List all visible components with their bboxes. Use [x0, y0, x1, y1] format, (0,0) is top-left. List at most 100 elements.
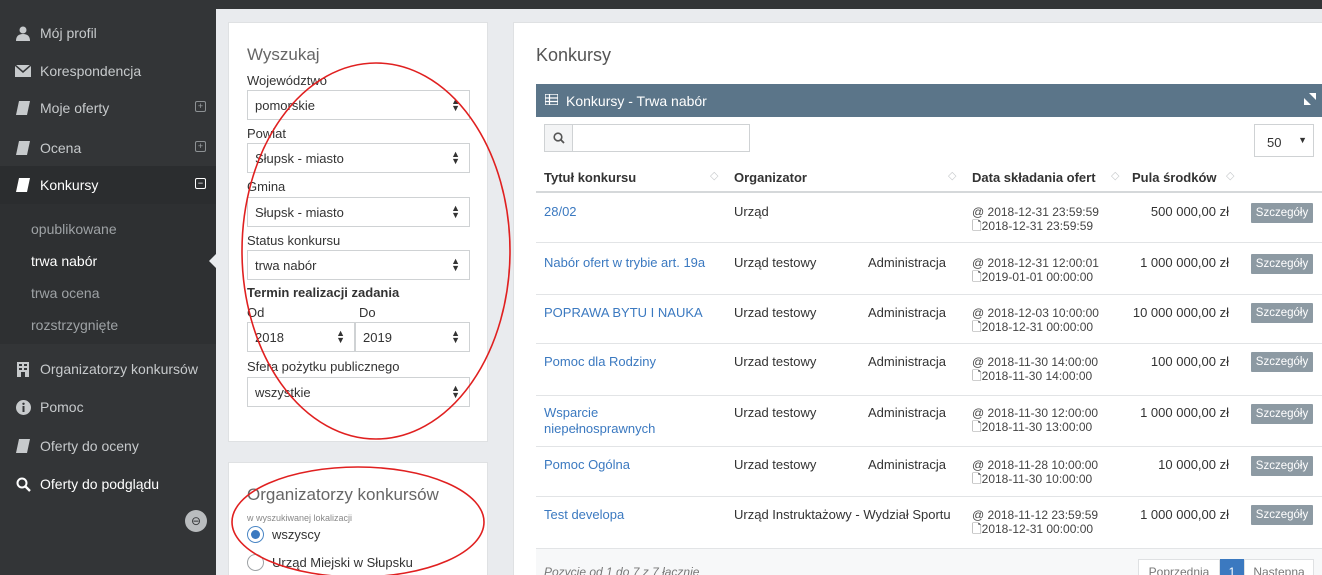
sidebar-item-my-offers[interactable]: Moje oferty + [0, 89, 216, 127]
row-divider [536, 496, 1322, 497]
sidebar-item-evaluation[interactable]: Ocena + [0, 129, 216, 167]
select-value: Słupsk - miasto [255, 150, 344, 166]
department-cell: Administracja [868, 255, 947, 270]
select-value: Słupsk - miasto [255, 204, 344, 220]
year-to-select[interactable]: 2019 ▲ ▼ [355, 322, 470, 352]
select-arrows-icon: ▲ ▼ [451, 149, 460, 166]
sort-icon[interactable]: ◇ [710, 169, 718, 182]
sidebar-item-label: Korespondencja [40, 63, 142, 79]
select-arrows-icon: ▲ ▼ [451, 328, 460, 345]
sidebar-item-label: Konkursy [40, 177, 99, 193]
table-icon [544, 93, 559, 108]
sidebar-item-correspondence[interactable]: Korespondencja [0, 52, 216, 90]
amount-cell: 1 000 000,00 zł [1140, 507, 1229, 522]
status-select[interactable]: trwa nabór ▲ ▼ [247, 250, 470, 280]
sort-icon[interactable]: ◇ [1226, 169, 1234, 182]
search-input[interactable] [574, 125, 748, 151]
organizers-caption: w wyszukiwanej lokalizacji [247, 513, 353, 523]
date-start: @ 2018-11-28 10:00:00 [972, 458, 1099, 472]
date-end: 2018-12-31 00:00:00 [981, 522, 1094, 536]
sphere-label: Sfera pożytku publicznego [247, 359, 400, 374]
competition-title-link[interactable]: 28/02 [544, 204, 714, 220]
county-select[interactable]: Słupsk - miasto ▲ ▼ [247, 143, 470, 173]
column-header-organizer[interactable]: Organizator [734, 170, 807, 185]
details-button[interactable]: Szczegóły [1251, 203, 1313, 223]
amount-cell: 10 000,00 zł [1158, 457, 1229, 472]
year-from-select[interactable]: 2018 ▲ ▼ [247, 322, 355, 352]
row-divider [536, 294, 1322, 295]
sort-icon[interactable]: ◇ [948, 169, 956, 182]
details-button[interactable]: Szczegóły [1251, 404, 1313, 424]
municipality-select[interactable]: Słupsk - miasto ▲ ▼ [247, 197, 470, 227]
subitem-label: opublikowane [31, 221, 117, 237]
amount-cell: 1 000 000,00 zł [1140, 255, 1229, 270]
sidebar-item-offers-to-preview[interactable]: Oferty do podglądu [0, 465, 216, 503]
expand-icon[interactable]: + [195, 101, 206, 112]
sidebar-item-help[interactable]: Pomoc [0, 388, 216, 426]
collapse-icon[interactable]: − [195, 178, 206, 189]
sidebar-item-label: Mój profil [40, 25, 97, 41]
sidebar-item-offers-to-evaluate[interactable]: Oferty do oceny [0, 427, 216, 465]
sidebar-item-label: Ocena [40, 140, 82, 156]
competition-title-link[interactable]: POPRAWA BYTU I NAUKA [544, 305, 724, 321]
radio-all[interactable]: wszyscy [247, 526, 320, 543]
competition-title-link[interactable]: Pomoc dla Rodziny [544, 354, 724, 370]
fullscreen-icon[interactable] [1304, 93, 1316, 108]
page-size-select[interactable]: 50 ▼ [1254, 124, 1314, 157]
voivodeship-select[interactable]: pomorskie ▲ ▼ [247, 90, 470, 120]
details-button[interactable]: Szczegóły [1251, 254, 1313, 274]
competition-title-link[interactable]: Wsparcie niepełnosprawnych [544, 405, 684, 437]
select-value: trwa nabór [255, 257, 317, 273]
sidebar-collapse-button[interactable]: ⊖ [185, 510, 207, 532]
select-value: 2019 [363, 329, 392, 345]
radio-button[interactable] [247, 554, 264, 571]
sidebar-subitem-recruitment[interactable]: trwa nabór [0, 245, 216, 277]
sidebar-item-label: Oferty do oceny [40, 438, 139, 454]
sort-icon[interactable]: ◇ [1111, 169, 1119, 182]
municipality-label: Gmina [247, 179, 286, 194]
next-page-button[interactable]: Następna [1244, 559, 1314, 575]
competition-title-link[interactable]: Pomoc Ogólna [544, 457, 724, 473]
sidebar-item-competitions[interactable]: Konkursy − [0, 166, 216, 204]
amount-cell: 500 000,00 zł [1150, 204, 1229, 219]
details-button[interactable]: Szczegóły [1251, 456, 1313, 476]
column-header-date[interactable]: Data składania ofert [972, 170, 1096, 185]
page-1-button[interactable]: 1 [1220, 559, 1244, 575]
prev-page-button[interactable]: Poprzednia [1138, 559, 1220, 575]
sidebar-subitem-resolved[interactable]: rozstrzygnięte [0, 309, 216, 341]
details-button[interactable]: Szczegóły [1251, 505, 1313, 525]
sidebar-item-profile[interactable]: Mój profil [0, 14, 216, 52]
from-label: Od [247, 305, 265, 320]
competition-title-link[interactable]: Nabór ofert w trybie art. 19a [544, 255, 724, 271]
radio-urzad-slupsk[interactable]: Urząd Miejski w Słupsku [247, 554, 413, 571]
sidebar-item-label: Oferty do podglądu [40, 476, 160, 492]
amount-cell: 100 000,00 zł [1150, 354, 1229, 369]
user-icon [14, 25, 32, 41]
chevron-down-icon: ▼ [1298, 135, 1307, 145]
dates-cell: @ 2018-11-12 23:59:59 🗋2018-12-31 00:00:0… [972, 508, 1098, 536]
subitem-label: trwa ocena [31, 285, 100, 301]
organizer-cell: Urzad testowy [734, 305, 817, 320]
top-bar [216, 0, 1322, 9]
department-cell: Administracja [868, 457, 947, 472]
column-header-amount[interactable]: Pula środków [1132, 170, 1217, 185]
details-button[interactable]: Szczegóły [1251, 303, 1313, 323]
competition-title-link[interactable]: Test developa [544, 507, 724, 523]
column-header-title[interactable]: Tytuł konkursu [544, 170, 636, 185]
select-arrows-icon: ▲ ▼ [451, 383, 460, 400]
date-start: @ 2018-11-30 12:00:00 [972, 406, 1099, 420]
chevron-left-icon: ⊖ [190, 514, 202, 528]
expand-icon[interactable]: + [195, 141, 206, 152]
row-divider [536, 446, 1322, 447]
sidebar-item-organizers[interactable]: Organizatorzy konkursów [0, 350, 216, 388]
sidebar-subitem-evaluation[interactable]: trwa ocena [0, 277, 216, 309]
sphere-select[interactable]: wszystkie ▲ ▼ [247, 377, 470, 407]
header-divider [536, 191, 1322, 193]
radio-label: wszyscy [272, 527, 321, 542]
dates-cell: @ 2018-12-03 10:00:00 🗋2018-12-31 00:00:0… [972, 306, 1099, 334]
subitem-label: trwa nabór [31, 253, 98, 269]
date-end: 2018-12-31 00:00:00 [981, 320, 1094, 334]
sidebar-subitem-published[interactable]: opublikowane [0, 213, 216, 245]
details-button[interactable]: Szczegóły [1251, 352, 1313, 372]
radio-button[interactable] [247, 526, 264, 543]
